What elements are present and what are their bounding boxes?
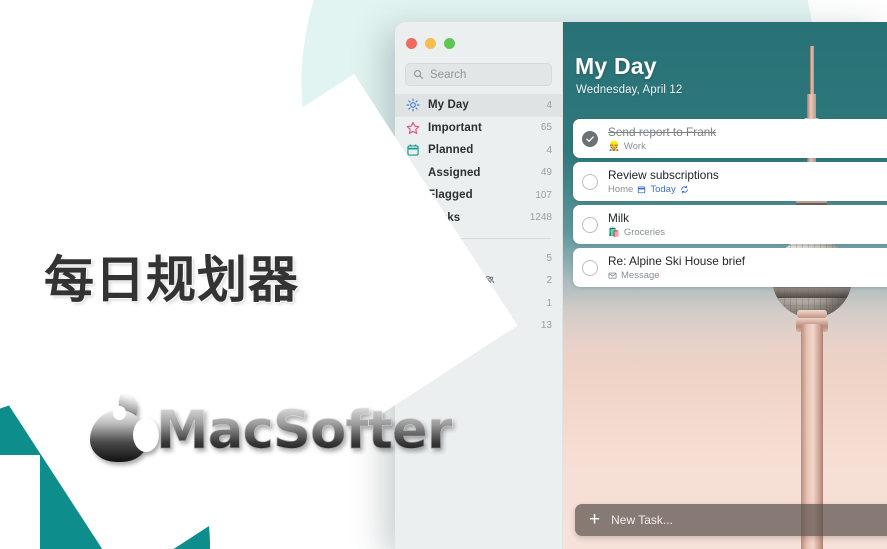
sidebar-item-planned[interactable]: Planned 4 <box>395 139 562 162</box>
main-pane: My Day Wednesday, April 12 Send report t… <box>563 22 887 549</box>
sidebar-item-count: 5 <box>546 252 552 264</box>
task-meta-list: Groceries <box>623 227 666 238</box>
close-window-button[interactable] <box>406 38 417 49</box>
task-meta: Home Today <box>608 184 719 195</box>
task-meta-list: Message <box>621 270 660 281</box>
sidebar-item-count: 4 <box>546 99 552 111</box>
sidebar-item-my-day[interactable]: My Day 4 <box>395 94 562 117</box>
task-title: Review subscriptions <box>608 168 719 182</box>
task-meta: 👷 Work <box>608 141 716 152</box>
promo-headline: 每日规划器 <box>44 251 299 309</box>
task-checkbox[interactable] <box>582 173 598 190</box>
sidebar-item-count: 65 <box>540 122 552 134</box>
task-meta: 🛍️ Groceries <box>608 227 665 238</box>
shopping-bags-emoji-icon: 🛍️ <box>608 227 620 238</box>
brand-name: MacSofter <box>156 399 454 461</box>
task-list: Send report to Frank 👷 Work Review subsc… <box>573 119 887 291</box>
sidebar-item-count: 4 <box>546 144 552 156</box>
search-input[interactable]: Search <box>405 63 552 86</box>
brand-lockup: MacSofter <box>88 393 454 464</box>
task-row[interactable]: Milk 🛍️ Groceries <box>573 205 887 244</box>
new-task-placeholder: New Task... <box>611 513 673 527</box>
search-icon <box>413 69 424 80</box>
star-icon <box>406 121 420 135</box>
task-row[interactable]: Re: Alpine Ski House brief Message <box>573 248 887 287</box>
task-meta: Message <box>608 270 745 281</box>
sidebar-item-count: 49 <box>540 167 552 179</box>
maximize-window-button[interactable] <box>444 38 455 49</box>
task-meta-list: Home <box>608 184 634 195</box>
envelope-icon <box>608 272 617 279</box>
task-meta-list: Work <box>623 141 646 152</box>
search-container: Search <box>395 49 562 94</box>
sidebar-item-count: 1248 <box>529 212 552 224</box>
calendar-icon <box>638 186 646 194</box>
apple-logo-icon <box>88 393 159 464</box>
sidebar-item-label: My Day <box>428 99 469 112</box>
repeat-icon <box>680 185 688 194</box>
promo-canvas: Search My Day 4 Important 65 Planned 4 A… <box>0 0 887 549</box>
calendar-icon <box>406 143 420 157</box>
sun-icon <box>406 98 420 112</box>
task-checkbox[interactable] <box>582 259 598 276</box>
sidebar-item-important[interactable]: Important 65 <box>395 117 562 140</box>
sidebar-item-label: Assigned <box>428 166 481 179</box>
window-traffic-lights <box>395 32 562 49</box>
sidebar-item-label: Planned <box>428 144 474 157</box>
sidebar-item-label: Important <box>428 121 482 134</box>
search-placeholder: Search <box>430 68 467 81</box>
person-blonde-emoji-icon: 👷 <box>608 141 620 152</box>
page-subtitle: Wednesday, April 12 <box>576 84 683 96</box>
task-title: Milk <box>608 211 629 225</box>
page-title: My Day <box>575 53 657 79</box>
task-row[interactable]: Review subscriptions Home Today <box>573 162 887 201</box>
task-checkbox[interactable] <box>582 216 598 233</box>
task-meta-date: Today <box>650 184 676 195</box>
minimize-window-button[interactable] <box>425 38 436 49</box>
task-title: Send report to Frank <box>608 125 717 139</box>
plus-icon: + <box>589 508 601 530</box>
new-task-input[interactable]: + New Task... <box>575 504 887 536</box>
sidebar-item-label: Flagged <box>428 189 473 202</box>
sidebar-item-count: 107 <box>535 189 552 201</box>
white-wedge-decoration-2 <box>0 455 40 549</box>
task-title: Re: Alpine Ski House brief <box>608 254 746 268</box>
sidebar-item-count: 1 <box>546 297 552 309</box>
sidebar-item-count: 2 <box>546 275 552 287</box>
task-row[interactable]: Send report to Frank 👷 Work <box>573 119 887 158</box>
sidebar-item-count: 13 <box>540 320 552 332</box>
task-checkbox-checked[interactable] <box>582 130 598 147</box>
